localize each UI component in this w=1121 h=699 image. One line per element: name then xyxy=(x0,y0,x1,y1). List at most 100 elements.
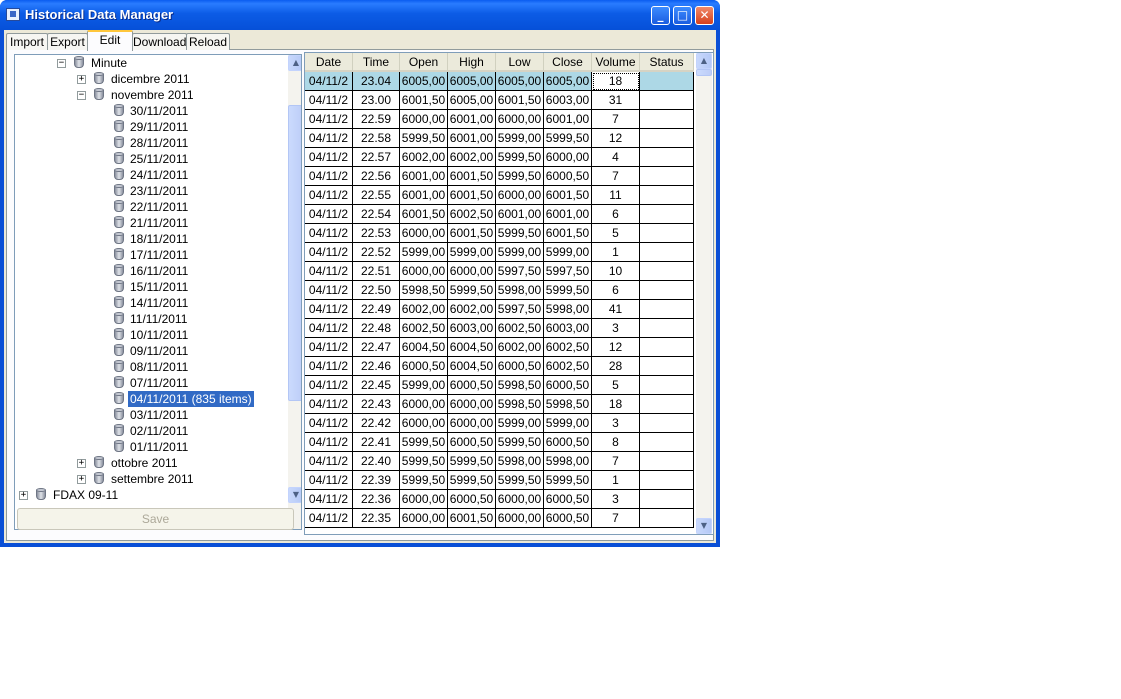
title-bar[interactable]: Historical Data Manager _ □ ✕ xyxy=(0,0,720,30)
column-header-low[interactable]: Low xyxy=(496,53,544,72)
cell-close[interactable]: 6001,00 xyxy=(544,205,592,224)
tab-import[interactable]: Import xyxy=(6,33,48,50)
collapse-icon[interactable]: − xyxy=(77,91,86,100)
tree-node[interactable]: 11/11/2011 xyxy=(15,311,285,327)
cell-close[interactable]: 6002,50 xyxy=(544,357,592,376)
cell-open[interactable]: 5999,50 xyxy=(400,433,448,452)
cell-high[interactable]: 6002,00 xyxy=(448,148,496,167)
table-row[interactable]: 04/11/2 22.55 6001,00 6001,50 6000,00 6001,50… xyxy=(305,186,694,205)
cell-status[interactable] xyxy=(640,262,694,281)
cell-low[interactable]: 5999,50 xyxy=(496,224,544,243)
tree-node[interactable]: 24/11/2011 xyxy=(15,167,285,183)
cell-status[interactable] xyxy=(640,452,694,471)
cell-status[interactable] xyxy=(640,338,694,357)
cell-high[interactable]: 6000,00 xyxy=(448,414,496,433)
cell-close[interactable]: 6001,50 xyxy=(544,224,592,243)
cell-open[interactable]: 6000,00 xyxy=(400,509,448,528)
cell-date[interactable]: 04/11/2 xyxy=(305,205,353,224)
cell-high[interactable]: 6005,00 xyxy=(448,91,496,110)
cell-high[interactable]: 6001,00 xyxy=(448,129,496,148)
cell-status[interactable] xyxy=(640,414,694,433)
cell-status[interactable] xyxy=(640,357,694,376)
cell-high[interactable]: 6000,50 xyxy=(448,433,496,452)
cell-close[interactable]: 5999,50 xyxy=(544,281,592,300)
cell-low[interactable]: 5999,50 xyxy=(496,148,544,167)
cell-status[interactable] xyxy=(640,300,694,319)
cell-volume[interactable]: 10 xyxy=(592,262,640,281)
tab-reload[interactable]: Reload xyxy=(186,33,230,50)
cell-open[interactable]: 6000,00 xyxy=(400,490,448,509)
tree-view[interactable]: − Minute + dicembre 2011 − novembre 2011 30/11… xyxy=(14,54,302,530)
tree-node[interactable]: 25/11/2011 xyxy=(15,151,285,167)
cell-close[interactable]: 6000,50 xyxy=(544,490,592,509)
cell-close[interactable]: 5998,00 xyxy=(544,300,592,319)
cell-status[interactable] xyxy=(640,395,694,414)
cell-high[interactable]: 6000,00 xyxy=(448,395,496,414)
cell-high[interactable]: 6002,00 xyxy=(448,300,496,319)
cell-date[interactable]: 04/11/2 xyxy=(305,72,353,91)
cell-close[interactable]: 5998,50 xyxy=(544,395,592,414)
cell-open[interactable]: 5999,00 xyxy=(400,376,448,395)
table-row[interactable]: 04/11/2 22.36 6000,00 6000,50 6000,00 6000,50… xyxy=(305,490,694,509)
table-row[interactable]: 04/11/2 22.41 5999,50 6000,50 5999,50 6000,50… xyxy=(305,433,694,452)
cell-high[interactable]: 6004,50 xyxy=(448,357,496,376)
tree-node[interactable]: 03/11/2011 xyxy=(15,407,285,423)
cell-volume[interactable]: 31 xyxy=(592,91,640,110)
tree-scrollbar[interactable]: ▲ ▼ xyxy=(288,55,301,529)
collapse-icon[interactable]: − xyxy=(57,59,66,68)
cell-time[interactable]: 22.40 xyxy=(353,452,400,471)
cell-date[interactable]: 04/11/2 xyxy=(305,414,353,433)
minimize-button[interactable]: _ xyxy=(651,6,670,25)
tree-node[interactable]: 09/11/2011 xyxy=(15,343,285,359)
cell-open[interactable]: 6005,00 xyxy=(400,72,448,91)
cell-status[interactable] xyxy=(640,72,694,91)
cell-open[interactable]: 6002,00 xyxy=(400,300,448,319)
cell-time[interactable]: 22.53 xyxy=(353,224,400,243)
table-row[interactable]: 04/11/2 22.58 5999,50 6001,00 5999,00 5999,50… xyxy=(305,129,694,148)
cell-date[interactable]: 04/11/2 xyxy=(305,91,353,110)
grid-scroll-up-button[interactable]: ▲ xyxy=(696,53,712,69)
cell-open[interactable]: 6000,00 xyxy=(400,110,448,129)
cell-date[interactable]: 04/11/2 xyxy=(305,509,353,528)
cell-date[interactable]: 04/11/2 xyxy=(305,224,353,243)
cell-open[interactable]: 6001,00 xyxy=(400,167,448,186)
cell-time[interactable]: 22.35 xyxy=(353,509,400,528)
cell-date[interactable]: 04/11/2 xyxy=(305,300,353,319)
cell-volume[interactable]: 4 xyxy=(592,148,640,167)
tree-node[interactable]: 18/11/2011 xyxy=(15,231,285,247)
cell-volume[interactable]: 18 xyxy=(592,72,640,91)
cell-low[interactable]: 5999,00 xyxy=(496,414,544,433)
cell-close[interactable]: 6003,00 xyxy=(544,319,592,338)
cell-close[interactable]: 5999,50 xyxy=(544,129,592,148)
cell-status[interactable] xyxy=(640,91,694,110)
cell-time[interactable]: 22.50 xyxy=(353,281,400,300)
tree-node[interactable]: + settembre 2011 xyxy=(15,471,285,487)
cell-time[interactable]: 22.57 xyxy=(353,148,400,167)
cell-status[interactable] xyxy=(640,110,694,129)
cell-high[interactable]: 6000,00 xyxy=(448,262,496,281)
cell-open[interactable]: 6001,50 xyxy=(400,205,448,224)
column-header-status[interactable]: Status xyxy=(640,53,694,72)
cell-date[interactable]: 04/11/2 xyxy=(305,110,353,129)
table-row[interactable]: 04/11/2 22.42 6000,00 6000,00 5999,00 5999,00… xyxy=(305,414,694,433)
table-row[interactable]: 04/11/2 22.59 6000,00 6001,00 6000,00 6001,00… xyxy=(305,110,694,129)
cell-low[interactable]: 5998,50 xyxy=(496,395,544,414)
cell-close[interactable]: 6000,50 xyxy=(544,167,592,186)
tree-node[interactable]: + ottobre 2011 xyxy=(15,455,285,471)
cell-open[interactable]: 5999,00 xyxy=(400,243,448,262)
column-header-high[interactable]: High xyxy=(448,53,496,72)
tree-node[interactable]: 02/11/2011 xyxy=(15,423,285,439)
tree-node[interactable]: − Minute xyxy=(15,55,285,71)
cell-date[interactable]: 04/11/2 xyxy=(305,167,353,186)
cell-close[interactable]: 6000,50 xyxy=(544,376,592,395)
cell-low[interactable]: 5999,00 xyxy=(496,129,544,148)
cell-close[interactable]: 5999,00 xyxy=(544,414,592,433)
cell-time[interactable]: 22.55 xyxy=(353,186,400,205)
cell-status[interactable] xyxy=(640,319,694,338)
cell-close[interactable]: 6000,50 xyxy=(544,509,592,528)
cell-status[interactable] xyxy=(640,148,694,167)
cell-volume[interactable]: 11 xyxy=(592,186,640,205)
tree-node[interactable]: 28/11/2011 xyxy=(15,135,285,151)
cell-status[interactable] xyxy=(640,509,694,528)
cell-high[interactable]: 5999,00 xyxy=(448,243,496,262)
